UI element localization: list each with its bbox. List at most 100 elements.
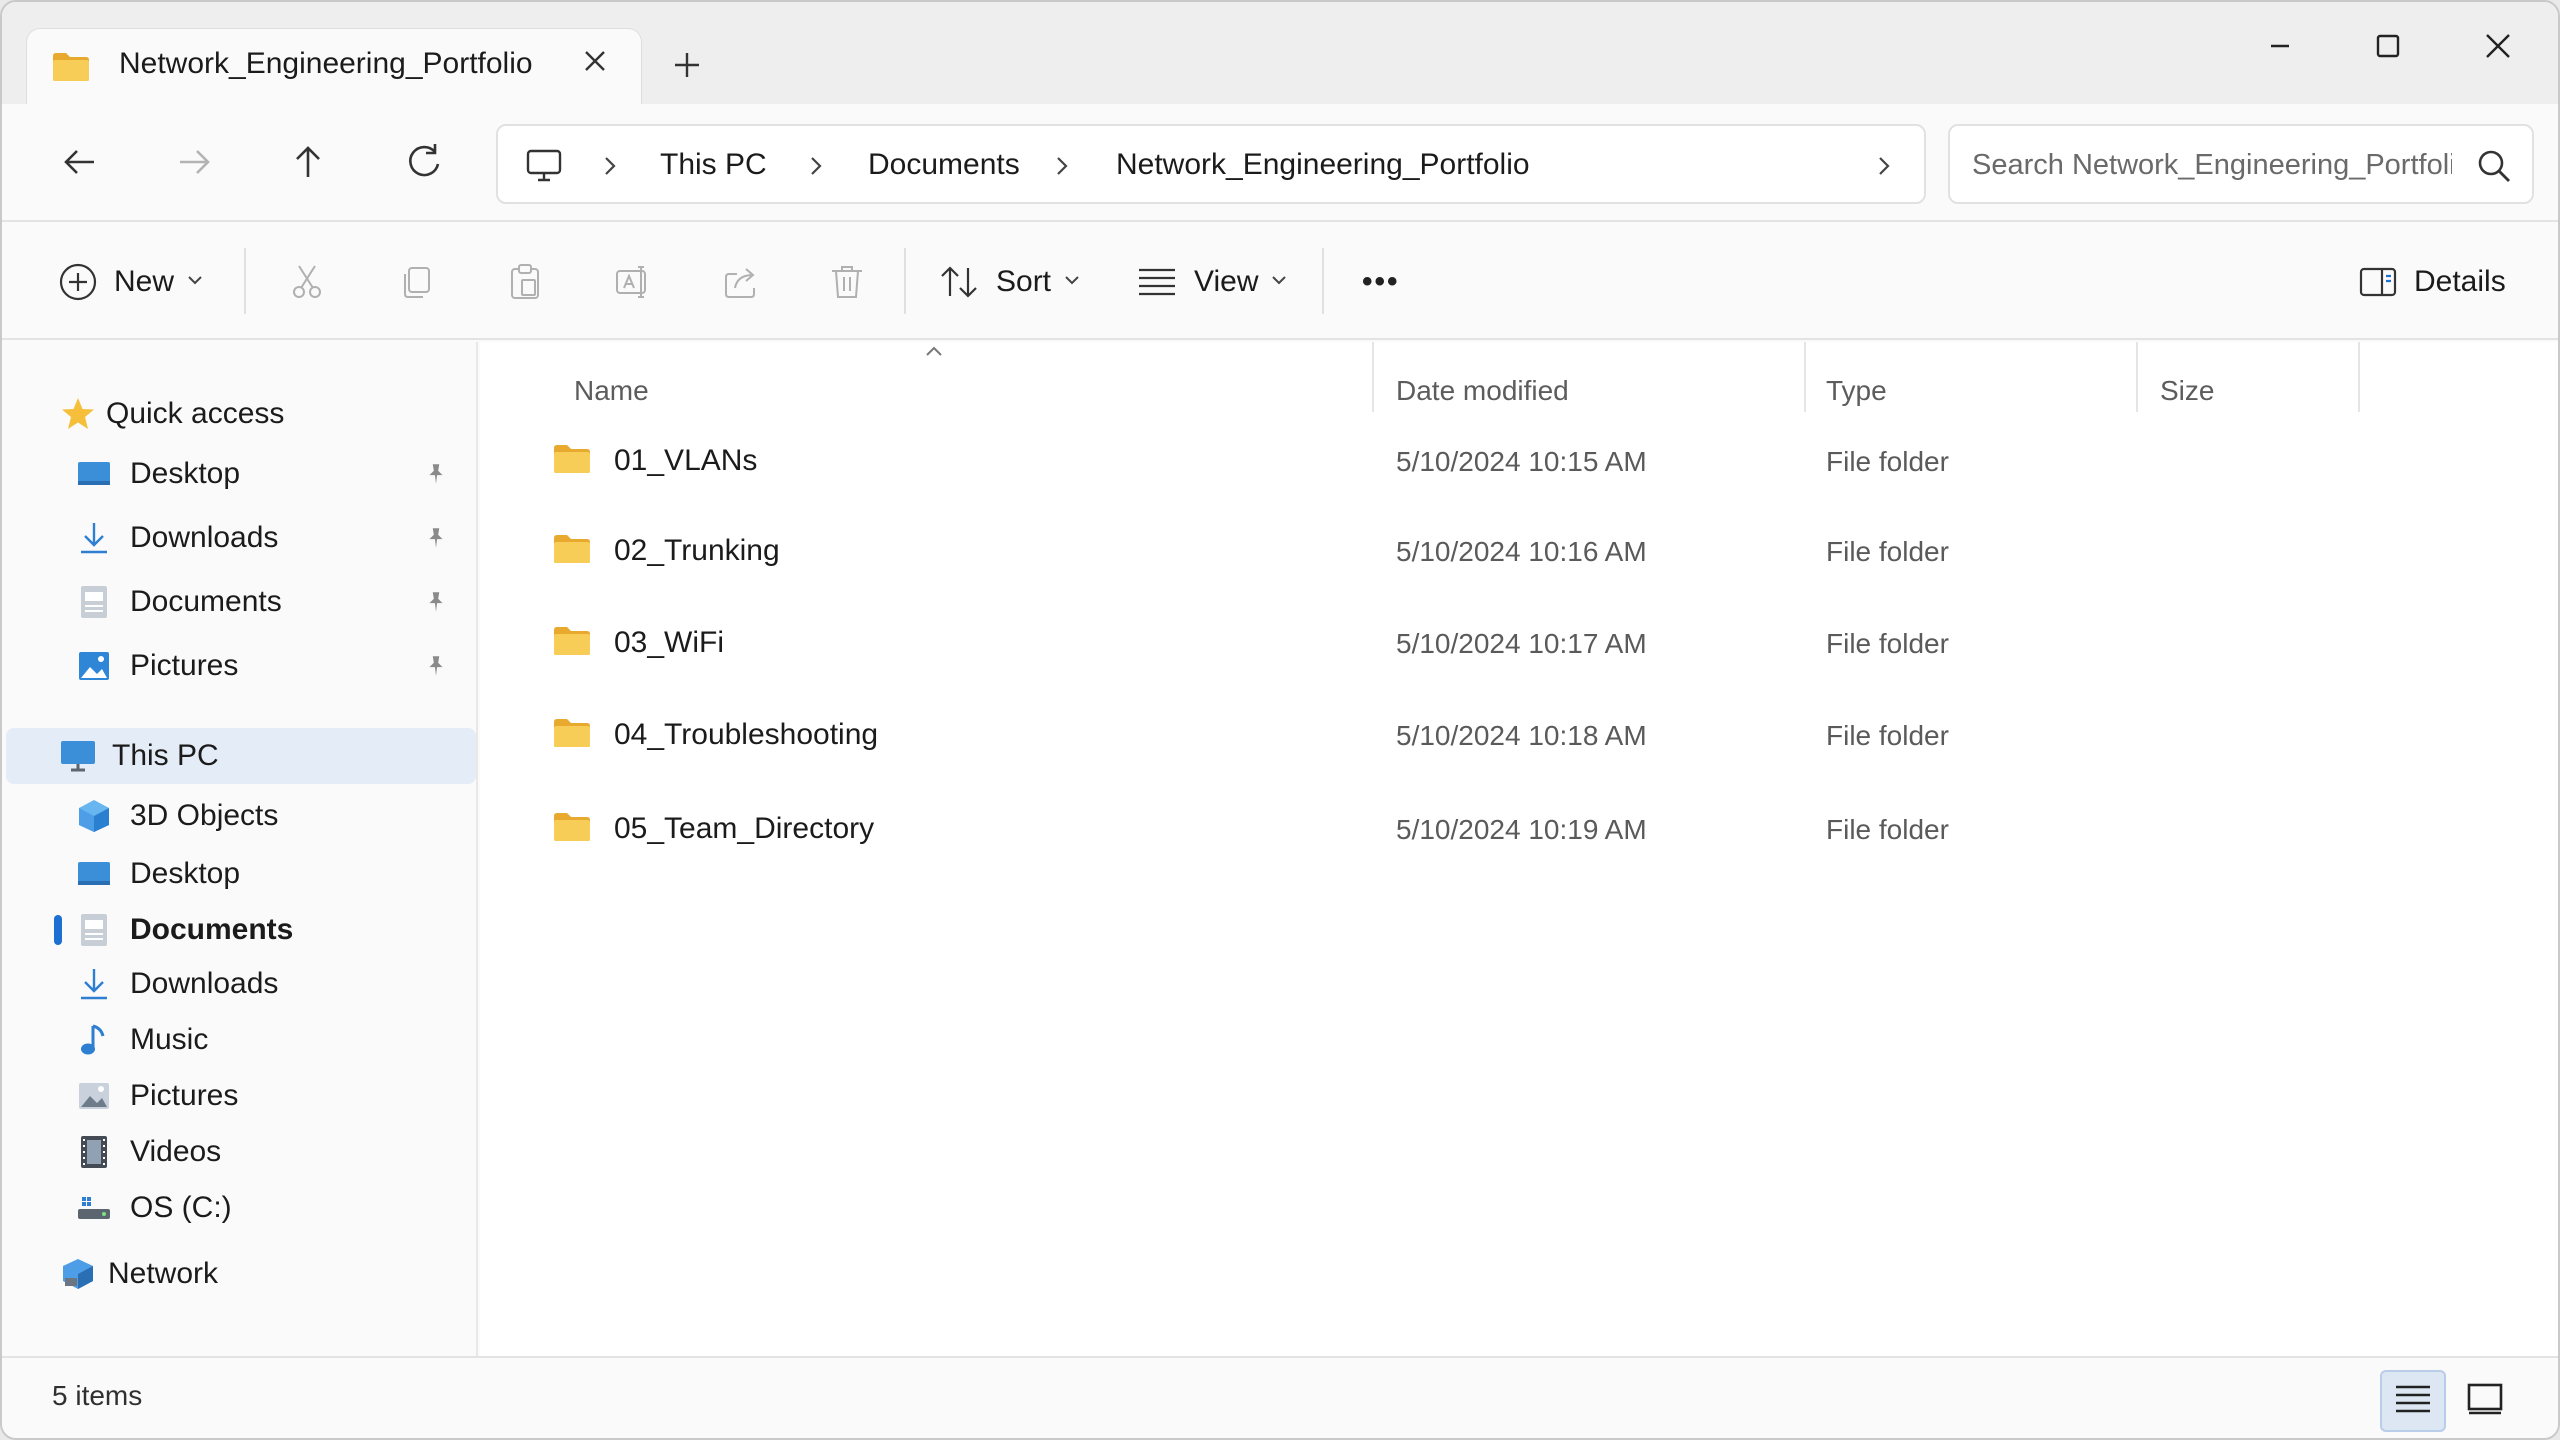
cut-button[interactable] — [280, 252, 334, 312]
selection-indicator — [54, 915, 62, 945]
table-row[interactable]: 01_VLANs 5/10/2024 10:15 AM File folder — [540, 422, 1949, 502]
sidebar-item-pictures-pinned[interactable]: Pictures — [2, 638, 478, 694]
column-divider[interactable] — [1804, 342, 1806, 412]
column-divider[interactable] — [2136, 342, 2138, 412]
file-date: 5/10/2024 10:18 AM — [1396, 720, 1647, 751]
sidebar-item-this-pc[interactable]: This PC — [6, 728, 476, 784]
new-button[interactable]: New — [56, 252, 204, 312]
file-name: 04_Troubleshooting — [614, 718, 879, 751]
status-bar: 5 items — [2, 1356, 2558, 1438]
star-icon — [58, 394, 98, 434]
pin-icon[interactable] — [418, 520, 454, 556]
large-icons-view-toggle[interactable] — [2452, 1370, 2518, 1432]
sidebar-item-documents[interactable]: Documents — [2, 902, 478, 958]
sidebar-item-downloads-pinned[interactable]: Downloads — [2, 510, 478, 566]
breadcrumb-current-folder[interactable]: Network_Engineering_Portfolio — [1116, 148, 1530, 182]
rename-button[interactable] — [606, 252, 660, 312]
chevron-down-icon — [186, 273, 204, 291]
pin-icon[interactable] — [418, 456, 454, 492]
address-bar[interactable]: This PC Documents Network_Engineering_Po… — [496, 124, 1926, 204]
sidebar-item-3d-objects[interactable]: 3D Objects — [2, 788, 478, 844]
column-label: Date modified — [1396, 375, 1569, 406]
refresh-button[interactable] — [394, 132, 454, 192]
view-button[interactable]: View — [1134, 252, 1288, 312]
column-label: Size — [2160, 375, 2215, 406]
details-button[interactable]: Details — [2356, 252, 2506, 312]
pin-icon[interactable] — [418, 648, 454, 684]
new-tab-button[interactable] — [664, 42, 710, 88]
forward-button[interactable] — [164, 132, 224, 192]
copy-button[interactable] — [390, 252, 444, 312]
column-header-date[interactable]: Date modified — [1396, 356, 1569, 426]
details-view-toggle[interactable] — [2380, 1370, 2446, 1432]
sidebar-item-quick-access[interactable]: Quick access — [2, 386, 478, 442]
chevron-right-icon[interactable] — [804, 152, 828, 180]
drive-icon — [74, 1188, 114, 1228]
3d-objects-icon — [74, 796, 114, 836]
close-tab-icon[interactable] — [575, 41, 615, 81]
sidebar-item-desktop-pinned[interactable]: Desktop — [2, 446, 478, 502]
documents-icon — [74, 910, 114, 950]
table-row[interactable]: 05_Team_Directory 5/10/2024 10:19 AM Fil… — [540, 790, 1949, 870]
delete-button[interactable] — [820, 252, 874, 312]
column-divider[interactable] — [2358, 342, 2360, 412]
active-tab[interactable]: Network_Engineering_Portfolio — [26, 28, 642, 106]
sidebar-item-videos[interactable]: Videos — [2, 1124, 478, 1180]
pictures-icon — [74, 1076, 114, 1116]
file-name: 01_VLANs — [614, 444, 758, 477]
documents-icon — [74, 582, 114, 622]
item-count: 5 items — [52, 1380, 143, 1411]
sidebar-item-downloads[interactable]: Downloads — [2, 956, 478, 1012]
file-list: Name Date modified Type Size 01_VLANs 5/… — [480, 342, 2558, 1356]
details-view-icon — [2393, 1381, 2433, 1422]
maximize-button[interactable] — [2348, 18, 2428, 74]
computer-icon — [58, 736, 98, 776]
breadcrumb-this-pc[interactable]: This PC — [660, 148, 767, 182]
sort-button[interactable]: Sort — [936, 252, 1081, 312]
column-header-name[interactable]: Name — [574, 356, 649, 426]
table-row[interactable]: 02_Trunking 5/10/2024 10:16 AM File fold… — [540, 512, 1949, 592]
chevron-down-icon — [1063, 273, 1081, 291]
paste-button[interactable] — [498, 252, 552, 312]
close-window-button[interactable] — [2458, 18, 2538, 74]
chevron-right-icon[interactable] — [598, 152, 622, 180]
sidebar-item-network[interactable]: Network — [2, 1246, 478, 1302]
file-type: File folder — [1826, 628, 1949, 659]
videos-icon — [74, 1132, 114, 1172]
file-date: 5/10/2024 10:19 AM — [1396, 814, 1647, 845]
share-button[interactable] — [714, 252, 768, 312]
new-label: New — [114, 265, 175, 298]
column-header-type[interactable]: Type — [1826, 356, 1887, 426]
copy-icon — [390, 255, 444, 309]
pin-icon[interactable] — [418, 584, 454, 620]
search-input[interactable] — [1972, 144, 2452, 186]
sidebar-item-label: 3D Objects — [130, 799, 279, 832]
list-view-icon — [1134, 255, 1180, 309]
column-header-size[interactable]: Size — [2160, 356, 2214, 426]
file-type: File folder — [1826, 720, 1949, 751]
sidebar-item-desktop[interactable]: Desktop — [2, 846, 478, 902]
minimize-button[interactable] — [2240, 18, 2320, 74]
search-box[interactable] — [1948, 124, 2534, 204]
divider — [1322, 248, 1324, 314]
table-row[interactable]: 04_Troubleshooting 5/10/2024 10:18 AM Fi… — [540, 696, 1949, 776]
search-icon[interactable] — [2472, 144, 2516, 188]
sidebar-item-label: Pictures — [130, 649, 239, 682]
column-divider[interactable] — [1372, 342, 1374, 412]
chevron-right-icon[interactable] — [1872, 152, 1896, 180]
breadcrumb-documents[interactable]: Documents — [868, 148, 1020, 182]
table-row[interactable]: 03_WiFi 5/10/2024 10:17 AM File folder — [540, 604, 1949, 684]
chevron-right-icon[interactable] — [1050, 152, 1074, 180]
desktop-icon — [74, 854, 114, 894]
download-icon — [74, 518, 114, 558]
sidebar-item-documents-pinned[interactable]: Documents — [2, 574, 478, 630]
sidebar-item-os-c[interactable]: OS (C:) — [2, 1180, 478, 1236]
up-button[interactable] — [278, 132, 338, 192]
sidebar-item-pictures[interactable]: Pictures — [2, 1068, 478, 1124]
sidebar-item-music[interactable]: Music — [2, 1012, 478, 1068]
folder-icon — [552, 716, 592, 750]
more-options-button[interactable]: ••• — [1362, 252, 1400, 312]
back-button[interactable] — [50, 132, 110, 192]
tab-title: Network_Engineering_Portfolio — [119, 47, 533, 80]
this-pc-icon[interactable] — [524, 146, 564, 191]
